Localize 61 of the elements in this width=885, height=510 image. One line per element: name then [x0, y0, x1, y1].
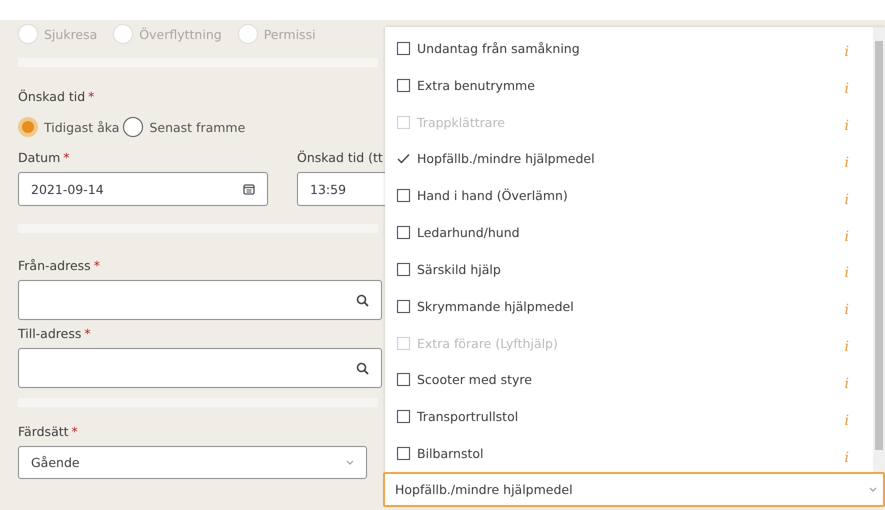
radio-label: Permissi	[264, 26, 316, 42]
option-label: Särskild hjälp	[417, 262, 501, 277]
radio-label: Senast framme	[149, 120, 246, 134]
info-icon[interactable]: i	[844, 81, 849, 98]
option-label: Undantag från samåkning	[417, 40, 580, 56]
radio-label: Sjukresa	[44, 26, 98, 42]
search-icon[interactable]	[356, 362, 369, 374]
option-label: Extra förare (Lyfthjälp)	[417, 336, 558, 351]
info-icon[interactable]: i	[844, 192, 849, 208]
option-label: Hand i hand (Överlämn)	[417, 188, 568, 204]
option-label: Trappklättrare	[417, 114, 505, 130]
time-field[interactable]: 13:59	[297, 172, 387, 206]
option-label: Scooter med styre	[417, 372, 532, 388]
date-field[interactable]: 2021-09-14	[18, 172, 268, 206]
info-icon[interactable]: i	[844, 265, 849, 282]
field-label: Datum	[18, 150, 60, 165]
field-label: Önskad tid (tt	[297, 150, 383, 165]
scrollbar[interactable]	[873, 27, 885, 472]
search-icon[interactable]	[356, 294, 369, 306]
aids-select[interactable]: Hopfällb./mindre hjälpmedel	[383, 472, 885, 507]
checkbox[interactable]	[397, 42, 410, 55]
checkbox[interactable]	[397, 262, 410, 276]
required-marker: *	[84, 326, 91, 341]
info-icon[interactable]: i	[844, 154, 849, 171]
checkbox[interactable]	[397, 410, 410, 424]
option-label: Transportrullstol	[417, 409, 518, 424]
checkbox[interactable]	[397, 447, 410, 460]
radio-label: Tidigast åka	[44, 120, 120, 134]
required-marker: *	[63, 150, 70, 165]
info-icon[interactable]: i	[844, 376, 849, 392]
from-address-field[interactable]	[18, 280, 382, 320]
caret-icon	[869, 487, 877, 492]
check-icon[interactable]	[397, 153, 410, 164]
info-icon[interactable]: i	[844, 302, 849, 318]
caret-icon	[346, 460, 354, 465]
option-label: Extra benutrymme	[417, 78, 535, 93]
checkbox[interactable]	[397, 189, 410, 202]
checkbox[interactable]	[397, 300, 410, 313]
info-icon[interactable]: i	[844, 44, 849, 60]
required-marker: *	[72, 424, 78, 439]
field-label: Färdsätt	[18, 424, 69, 439]
to-address-field[interactable]	[18, 348, 382, 388]
checkbox[interactable]	[397, 226, 410, 240]
field-label: Önskad tid	[18, 89, 86, 104]
calendar-icon[interactable]	[243, 183, 255, 195]
radio-button[interactable]	[123, 117, 144, 137]
info-icon[interactable]: i	[844, 450, 849, 466]
field-label: Från-adress	[18, 258, 91, 273]
option-label: Ledarhund/hund	[417, 225, 520, 240]
option-label: Skrymmande hjälpmedel	[417, 298, 574, 314]
required-marker: *	[94, 258, 100, 273]
info-icon[interactable]: i	[844, 228, 849, 245]
checkbox[interactable]	[397, 373, 410, 386]
option-label: Bilbarnstol	[417, 446, 484, 462]
required-marker: *	[88, 89, 94, 104]
info-icon[interactable]: i	[844, 412, 849, 429]
field-label: Till-adress	[18, 326, 82, 341]
option-label: Hopfällb./mindre hjälpmedel	[417, 151, 595, 166]
checkbox[interactable]	[397, 78, 410, 92]
travel-mode-select[interactable]: Gående	[18, 446, 367, 479]
radio-label: Överflyttning	[139, 26, 222, 42]
